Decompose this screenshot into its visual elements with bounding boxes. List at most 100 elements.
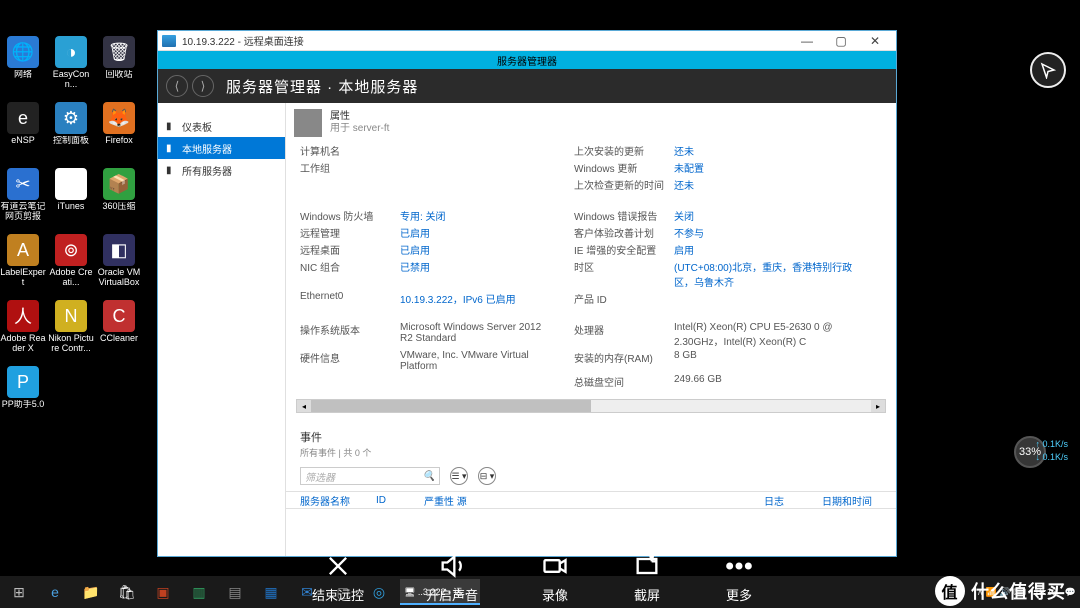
prop-value: VMware, Inc. VMware Virtual Platform — [400, 350, 550, 372]
prop-label: Windows 更新 — [574, 160, 674, 175]
prop-label: 计算机名 — [300, 143, 400, 158]
prop-value[interactable]: 已启用 — [400, 242, 550, 257]
prop-value — [550, 374, 574, 389]
breadcrumb: ⟨ ⟩ 服务器管理器 · 本地服务器 — [158, 69, 896, 103]
desktop-icon[interactable]: CCCleaner — [96, 300, 142, 360]
prop-label: 安装的内存(RAM) — [574, 350, 674, 372]
prop-label: 上次检查更新的时间 — [574, 177, 674, 192]
desktop-icon[interactable]: ◑EasyConn... — [48, 36, 94, 96]
desktop-icon[interactable]: 🌐网络 — [0, 36, 46, 96]
events-filter-input[interactable]: 筛选器🔍 — [300, 467, 440, 485]
tb-app3[interactable]: ▤ — [220, 579, 250, 605]
watermark-badge: 值 — [935, 576, 965, 606]
rdp-window: 10.19.3.222 - 远程桌面连接 — ▢ ✕ 服务器管理器 ⟨ ⟩ 服务… — [157, 30, 897, 557]
prop-value — [550, 160, 574, 175]
prop-value — [550, 259, 574, 289]
server-manager-title: 服务器管理器 — [158, 51, 896, 69]
prop-value[interactable]: 不参与 — [674, 225, 854, 240]
tb-explorer[interactable]: 📁 — [76, 579, 106, 605]
tb-app4[interactable]: ▦ — [256, 579, 286, 605]
desktop-icon[interactable]: eeNSP — [0, 102, 46, 162]
prop-label: 总磁盘空间 — [574, 374, 674, 389]
desktop-icon[interactable]: ✂有道云笔记网页剪报 — [0, 168, 46, 228]
prop-label: 操作系统版本 — [300, 322, 400, 348]
search-icon: 🔍 — [423, 471, 435, 482]
desktop-icon[interactable]: 🦊Firefox — [96, 102, 142, 162]
desktop-icon[interactable]: PPP助手5.0 — [0, 366, 46, 426]
sidebar-item[interactable]: ▮本地服务器 — [158, 137, 285, 159]
prop-value[interactable]: 还未 — [674, 143, 854, 158]
sidebar-item[interactable]: ▮仪表板 — [158, 115, 285, 137]
rc-shot-button[interactable]: 截屏 — [632, 551, 662, 604]
prop-value — [550, 208, 574, 223]
prop-label: NIC 组合 — [300, 259, 400, 289]
rc-record-button[interactable]: 录像 — [540, 551, 570, 604]
prop-value[interactable]: 已启用 — [400, 225, 550, 240]
prop-label: 工作组 — [300, 160, 400, 175]
rc-more-button[interactable]: 更多 — [724, 551, 754, 604]
rc-sound-button[interactable]: 开启声音 — [426, 551, 478, 604]
filter-menu-1[interactable]: ☰ ▾ — [450, 467, 468, 485]
sidebar: ▮仪表板▮本地服务器▮所有服务器 — [158, 103, 286, 556]
tb-app2[interactable]: ▥ — [184, 579, 214, 605]
tb-edge[interactable]: e — [40, 579, 70, 605]
prop-label: 客户体验改善计划 — [574, 225, 674, 240]
prop-label: 上次安装的更新 — [574, 143, 674, 158]
prop-label — [300, 374, 400, 389]
prop-value[interactable]: 10.19.3.222，IPv6 已启用 — [400, 291, 550, 306]
desktop-icon[interactable]: 📦360压缩 — [96, 168, 142, 228]
desktop-icon[interactable]: ⚙控制面板 — [48, 102, 94, 162]
tb-store[interactable]: 🛍 — [112, 579, 142, 605]
prop-value: Intel(R) Xeon(R) CPU E5-2630 0 @ 2.30GHz… — [674, 322, 854, 348]
prop-value[interactable] — [400, 143, 550, 158]
breadcrumb-text: 服务器管理器 · 本地服务器 — [226, 76, 418, 97]
prop-value — [550, 225, 574, 240]
events-columns[interactable]: 服务器名称 ID 严重性 源 日志 日期和时间 — [286, 491, 896, 509]
props-title: 属性 — [330, 111, 389, 123]
prop-value — [550, 242, 574, 257]
prop-label: 处理器 — [574, 322, 674, 348]
prop-value[interactable]: 启用 — [674, 242, 854, 257]
content-pane: 属性 用于 server-ft 计算机名上次安装的更新还未工作组Windows … — [286, 103, 896, 556]
rc-close-button[interactable]: 结束远控 — [312, 551, 364, 604]
prop-value: 249.66 GB — [674, 374, 854, 389]
more-icon — [724, 551, 754, 581]
nav-back-button[interactable]: ⟨ — [166, 75, 188, 97]
desktop-icon[interactable]: ⊚Adobe Creati... — [48, 234, 94, 294]
prop-value[interactable]: 已禁用 — [400, 259, 550, 289]
prop-value[interactable] — [400, 160, 550, 175]
prop-value[interactable]: 关闭 — [674, 208, 854, 223]
start-button[interactable]: ⊞ — [4, 579, 34, 605]
sound-icon — [437, 551, 467, 581]
prop-value[interactable]: 还未 — [674, 177, 854, 192]
prop-value[interactable] — [400, 177, 550, 192]
remote-cursor-badge — [1030, 52, 1066, 88]
desktop-icon[interactable]: 人Adobe Reader X — [0, 300, 46, 360]
tray-notify[interactable]: 💬 — [1065, 587, 1076, 598]
desktop-icon[interactable]: ◧Oracle VM VirtualBox — [96, 234, 142, 294]
filter-menu-2[interactable]: ⊟ ▾ — [478, 467, 496, 485]
window-titlebar[interactable]: 10.19.3.222 - 远程桌面连接 — ▢ ✕ — [158, 31, 896, 51]
desktop-icon[interactable]: ALabelExpert — [0, 234, 46, 294]
prop-value — [550, 322, 574, 348]
h-scrollbar[interactable]: ◂▸ — [296, 399, 886, 413]
maximize-button[interactable]: ▢ — [824, 32, 858, 50]
rdp-icon — [162, 35, 176, 47]
nav-fwd-button[interactable]: ⟩ — [192, 75, 214, 97]
prop-value[interactable] — [674, 291, 854, 306]
sidebar-item[interactable]: ▮所有服务器 — [158, 159, 285, 181]
desktop-icon[interactable]: ♪iTunes — [48, 168, 94, 228]
desktop-icon[interactable]: 🗑回收站 — [96, 36, 142, 96]
prop-value[interactable]: 未配置 — [674, 160, 854, 175]
props-subtitle: 用于 server-ft — [330, 123, 389, 135]
server-icon — [294, 109, 322, 137]
prop-label: Windows 防火墙 — [300, 208, 400, 223]
close-icon — [323, 551, 353, 581]
events-subtitle: 所有事件 | 共 0 个 — [300, 446, 882, 459]
close-button[interactable]: ✕ — [858, 32, 892, 50]
prop-value[interactable]: 专用: 关闭 — [400, 208, 550, 223]
desktop-icon[interactable]: NNikon Picture Contr... — [48, 300, 94, 360]
prop-value[interactable]: (UTC+08:00)北京，重庆，香港特别行政区，乌鲁木齐 — [674, 259, 854, 289]
tb-app1[interactable]: ▣ — [148, 579, 178, 605]
minimize-button[interactable]: — — [790, 32, 824, 50]
